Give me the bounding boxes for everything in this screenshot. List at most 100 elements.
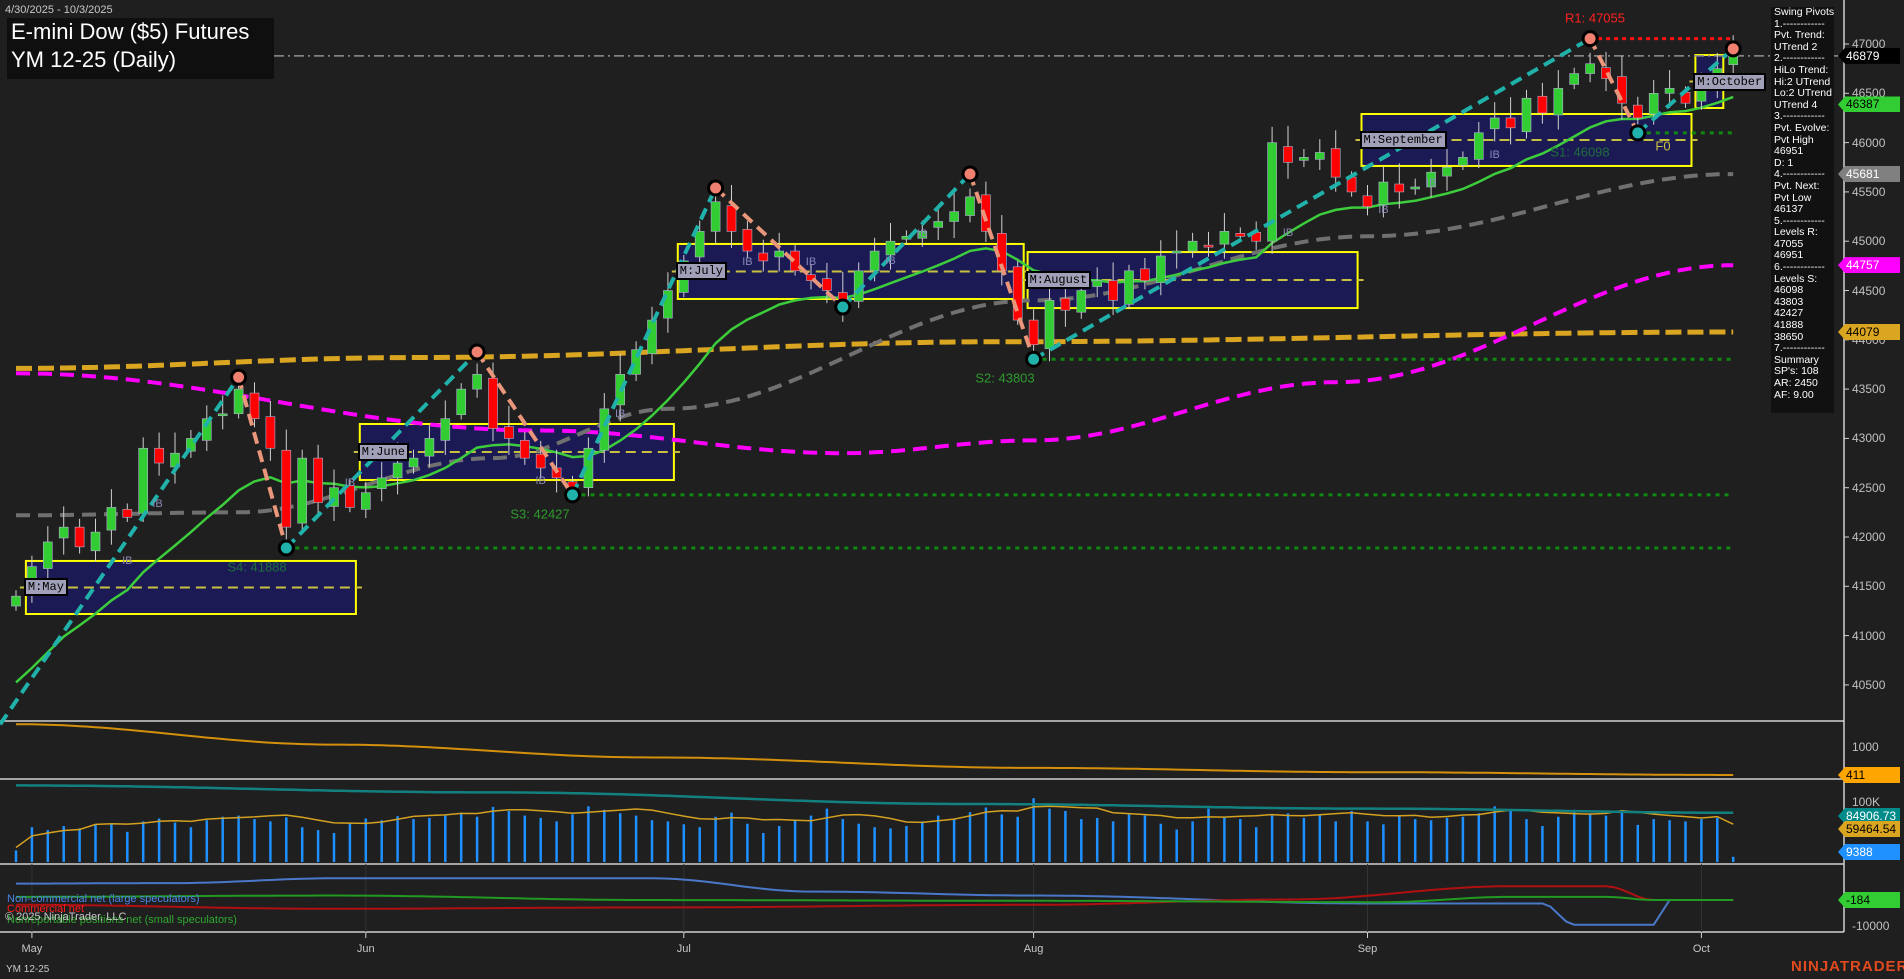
candle [1315, 139, 1324, 170]
candle-body-up [934, 221, 943, 227]
candle-body-up [1125, 271, 1134, 305]
panel4-tick-label: -10000 [1852, 919, 1889, 933]
instrument-name: E-mini Dow ($5) Futures [7, 18, 274, 46]
candle [473, 363, 482, 397]
pivot-high-marker [470, 345, 484, 359]
candle [1586, 53, 1595, 82]
candle-body-down [266, 417, 275, 449]
price-tag: 44079 [1838, 324, 1900, 340]
info-line: 46951 [1771, 146, 1834, 158]
candle-body-up [43, 542, 52, 569]
month-box-label: M:October [1693, 73, 1766, 91]
candle-body-up [425, 438, 434, 456]
info-line: HiLo Trend: [1771, 65, 1834, 77]
candle-body-down [1140, 269, 1149, 281]
price-tick-label: 44500 [1852, 284, 1885, 298]
candle-body-up [1156, 256, 1165, 283]
candle-body-up [950, 212, 959, 222]
price-tick-label: 41500 [1852, 579, 1885, 593]
copyright: © 2025 NinjaTrader, LLC [5, 911, 126, 923]
candle-body-up [600, 409, 609, 450]
candle-body-up [648, 320, 657, 354]
candle [1125, 265, 1134, 309]
swing-pivots-panel: Swing Pivots1.------------Pvt. Trend:UTr… [1771, 7, 1834, 413]
r1-level-label: R1: 47055 [1565, 11, 1625, 26]
candle [1363, 185, 1372, 215]
candle [1602, 52, 1611, 91]
candle [330, 469, 339, 521]
candle-body-down [1363, 196, 1372, 207]
candle [282, 430, 291, 544]
ib-label: IB [742, 256, 752, 268]
ib-label: IB [122, 555, 132, 567]
price-chart[interactable] [0, 0, 1904, 979]
candle-body-down [123, 509, 132, 517]
price-tag: 46387 [1838, 96, 1900, 112]
s3-level-label: S3: 42427 [510, 507, 569, 522]
candle-body-down [1284, 147, 1293, 163]
candle [171, 432, 180, 483]
x-axis-label-may: May [22, 943, 43, 955]
candle-body-down [1236, 233, 1245, 236]
candle-body-up [361, 493, 370, 510]
candle-body-down [75, 527, 84, 547]
candle [1013, 261, 1022, 325]
ib-label: IB [345, 477, 355, 489]
candle [12, 590, 21, 611]
x-axis-label-aug: Aug [1024, 943, 1044, 955]
ib-label: IB [535, 475, 545, 487]
candle-body-up [91, 532, 100, 551]
candle-body-up [1045, 300, 1054, 348]
ninjatrader-logo: NINJATRADER [1791, 958, 1904, 975]
footer-symbol: YM 12-25 [6, 964, 49, 975]
candle-body-down [759, 253, 768, 261]
candle-body-up [1188, 241, 1197, 251]
candle-body-down [1538, 96, 1547, 113]
month-box-label: M:July [676, 262, 727, 280]
price-tick-label: 42000 [1852, 530, 1885, 544]
candle [266, 401, 275, 461]
candle [107, 489, 116, 545]
panel3-value-tag-blue: 9388 [1838, 844, 1900, 860]
pivot-low-marker [279, 541, 293, 555]
pivot-high-marker [709, 181, 723, 195]
ib-label: IB [806, 256, 816, 268]
candle [1411, 179, 1420, 195]
candle-body-up [457, 389, 466, 415]
s1-level-label: S1: 46098 [1550, 145, 1609, 160]
candle [1029, 309, 1038, 353]
candle-body-up [695, 231, 704, 257]
candle [298, 450, 307, 530]
ib-label: IB [917, 228, 927, 240]
info-line: Pvt. Evolve: [1771, 123, 1834, 135]
candle-body-down [536, 454, 545, 468]
candle-body-down [1029, 320, 1038, 345]
price-tick-label: 43000 [1852, 431, 1885, 445]
candle-body-down [1061, 298, 1070, 310]
price-tick-label: 41000 [1852, 629, 1885, 643]
month-box-label: M:June [358, 443, 409, 461]
date-range: 4/30/2025 - 10/3/2025 [5, 4, 113, 16]
panel2-indicator-line [16, 724, 1733, 775]
candle [202, 405, 211, 451]
x-axis-label-jun: Jun [357, 943, 375, 955]
panel3-tick-label: 100K [1852, 795, 1880, 809]
month-box-label: M:May [24, 578, 68, 596]
candle-body-up [393, 463, 402, 478]
candle-body-up [870, 251, 879, 271]
candle [123, 503, 132, 522]
candle [457, 383, 466, 419]
swing-up-line [1034, 39, 1591, 360]
pivot-high-marker [963, 167, 977, 181]
ib-label: IB [1489, 149, 1499, 161]
candle-body-down [1109, 281, 1118, 301]
ib-label: IB [1426, 177, 1436, 189]
volume-average-teal-line [16, 785, 1733, 812]
candle-body-up [1554, 88, 1563, 115]
candle-body-down [1506, 118, 1515, 128]
candle [966, 188, 975, 222]
pivot-low-marker [836, 300, 850, 314]
candle-body-up [107, 507, 116, 530]
candle-body-up [234, 389, 243, 414]
price-tag: 44757 [1838, 257, 1900, 273]
